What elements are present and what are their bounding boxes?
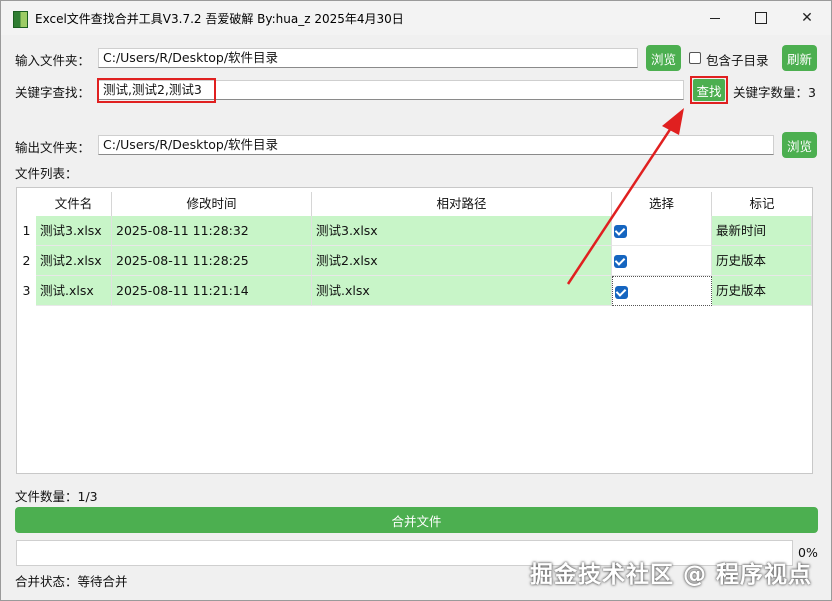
annotation-arrow-icon — [566, 108, 684, 285]
app-window: Excel文件查找合并工具V3.7.2 吾爱破解 By:hua_z 2025年4… — [0, 0, 832, 601]
